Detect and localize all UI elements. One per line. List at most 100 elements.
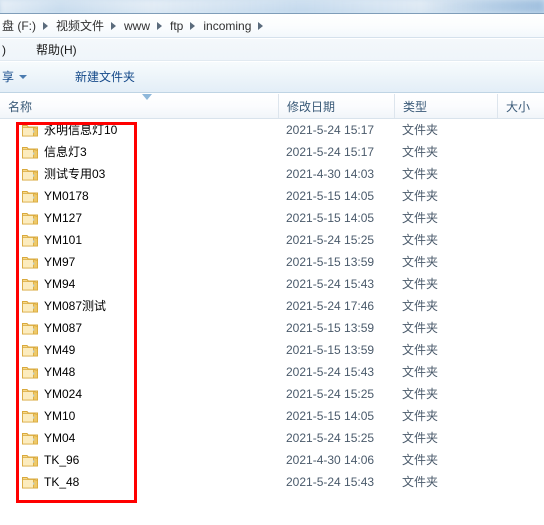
breadcrumb-item-4[interactable]: incoming: [200, 16, 254, 36]
file-date-modified-cell: 2021-5-24 15:17: [286, 145, 375, 159]
file-type-cell: 文件夹: [402, 453, 439, 467]
table-row[interactable]: YM0178 2021-5-15 14:05 文件夹: [0, 185, 544, 207]
table-row[interactable]: YM94 2021-5-24 15:43 文件夹: [0, 273, 544, 295]
window-title-bar: [0, 0, 544, 14]
file-date-modified-cell: 2021-5-24 15:43: [286, 365, 375, 379]
column-header-size[interactable]: 大小: [497, 94, 544, 118]
table-row[interactable]: YM087 2021-5-15 13:59 文件夹: [0, 317, 544, 339]
menu-item-1[interactable]: 帮助(H): [28, 40, 85, 60]
file-date-modified-cell: 2021-5-24 15:17: [286, 123, 375, 137]
file-name-label: YM0178: [44, 189, 89, 203]
file-type-cell: 文件夹: [402, 145, 439, 159]
breadcrumb-item-0[interactable]: 盘 (F:): [2, 16, 39, 36]
file-name-cell[interactable]: 测试专用03: [22, 163, 105, 185]
breadcrumb-separator-icon[interactable]: [186, 21, 200, 30]
file-type-cell: 文件夹: [402, 211, 439, 225]
file-name-label: YM087测试: [44, 299, 107, 313]
file-name-label: YM101: [44, 233, 83, 247]
table-row[interactable]: YM04 2021-5-24 15:25 文件夹: [0, 427, 544, 449]
file-name-cell[interactable]: YM087: [22, 317, 82, 339]
file-name-cell[interactable]: 信息灯3: [22, 141, 87, 163]
table-row[interactable]: 信息灯3 2021-5-24 15:17 文件夹: [0, 141, 544, 163]
menu-bar[interactable]: ) 帮助(H): [0, 39, 544, 61]
breadcrumb-separator-icon[interactable]: [39, 21, 53, 30]
file-date-modified-cell: 2021-5-15 13:59: [286, 255, 375, 269]
column-header-name[interactable]: 名称: [0, 94, 278, 118]
file-name-cell[interactable]: YM49: [22, 339, 75, 361]
column-header-date-modified-label: 修改日期: [287, 99, 336, 114]
file-name-label: 测试专用03: [44, 167, 106, 181]
file-date-modified-cell: 2021-5-15 14:05: [286, 189, 375, 203]
file-type-cell: 文件夹: [402, 343, 439, 357]
breadcrumb-item-1[interactable]: 视频文件: [53, 16, 107, 36]
breadcrumb-separator-icon[interactable]: [254, 21, 268, 30]
file-name-cell[interactable]: YM94: [22, 273, 75, 295]
folder-icon: [22, 299, 38, 313]
table-row[interactable]: YM49 2021-5-15 13:59 文件夹: [0, 339, 544, 361]
file-name-cell[interactable]: 永明信息灯10: [22, 119, 117, 141]
file-date-modified-cell: 2021-4-30 14:06: [286, 453, 375, 467]
file-name-cell[interactable]: YM0178: [22, 185, 89, 207]
table-row[interactable]: YM024 2021-5-24 15:25 文件夹: [0, 383, 544, 405]
file-name-cell[interactable]: YM10: [22, 405, 75, 427]
table-row[interactable]: YM10 2021-5-15 14:05 文件夹: [0, 405, 544, 427]
menu-bar-items[interactable]: ) 帮助(H): [0, 40, 85, 60]
folder-icon: [22, 255, 38, 269]
breadcrumb-item-3[interactable]: ftp: [167, 16, 186, 36]
breadcrumb-separator-icon[interactable]: [107, 21, 121, 30]
breadcrumb-separator-icon[interactable]: [153, 21, 167, 30]
command-toolbar[interactable]: 享 新建文件夹: [0, 62, 544, 93]
file-name-cell[interactable]: YM48: [22, 361, 75, 383]
file-type-cell: 文件夹: [402, 321, 439, 335]
folder-icon: [22, 167, 38, 181]
table-row[interactable]: TK_96 2021-4-30 14:06 文件夹: [0, 449, 544, 471]
address-bar[interactable]: 盘 (F:) 视频文件 www ftp incoming: [0, 14, 544, 38]
breadcrumb[interactable]: 盘 (F:) 视频文件 www ftp incoming: [0, 16, 268, 36]
folder-icon: [22, 145, 38, 159]
column-header-type[interactable]: 类型: [394, 94, 497, 118]
file-name-label: TK_48: [44, 475, 80, 489]
file-date-modified-cell: 2021-5-24 15:43: [286, 277, 375, 291]
file-list-rows: 永明信息灯10 2021-5-24 15:17 文件夹 信息灯3 2021-5-24 1…: [0, 119, 544, 493]
table-row[interactable]: YM087测试 2021-5-24 17:46 文件夹: [0, 295, 544, 317]
file-name-cell[interactable]: YM101: [22, 229, 82, 251]
new-folder-button[interactable]: 新建文件夹: [67, 66, 143, 88]
table-row[interactable]: YM48 2021-5-24 15:43 文件夹: [0, 361, 544, 383]
folder-icon: [22, 387, 38, 401]
table-row[interactable]: YM97 2021-5-15 13:59 文件夹: [0, 251, 544, 273]
file-date-modified-cell: 2021-5-15 13:59: [286, 321, 375, 335]
file-name-cell[interactable]: YM04: [22, 427, 75, 449]
file-name-cell[interactable]: YM087测试: [22, 295, 106, 317]
file-date-modified-cell: 2021-5-24 15:25: [286, 431, 375, 445]
chevron-down-icon: [19, 75, 28, 79]
table-row[interactable]: 测试专用03 2021-4-30 14:03 文件夹: [0, 163, 544, 185]
file-name-cell[interactable]: TK_48: [22, 471, 79, 493]
file-type-cell: 文件夹: [402, 475, 439, 489]
folder-icon: [22, 343, 38, 357]
menu-item-0[interactable]: ): [2, 40, 14, 60]
column-header-row: 名称 修改日期 类型 大小: [0, 94, 544, 119]
file-name-cell[interactable]: YM97: [22, 251, 75, 273]
table-row[interactable]: YM101 2021-5-24 15:25 文件夹: [0, 229, 544, 251]
file-type-cell: 文件夹: [402, 233, 439, 247]
file-name-label: YM48: [44, 365, 76, 379]
folder-icon: [22, 211, 38, 225]
column-header-date-modified[interactable]: 修改日期: [278, 94, 394, 118]
file-name-label: YM087: [44, 321, 83, 335]
file-type-cell: 文件夹: [402, 299, 439, 313]
file-date-modified-cell: 2021-5-24 15:25: [286, 233, 375, 247]
file-name-label: YM04: [44, 431, 76, 445]
file-type-cell: 文件夹: [402, 167, 439, 181]
table-row[interactable]: 永明信息灯10 2021-5-24 15:17 文件夹: [0, 119, 544, 141]
file-name-cell[interactable]: TK_96: [22, 449, 79, 471]
table-row[interactable]: TK_48 2021-5-24 15:43 文件夹: [0, 471, 544, 493]
file-name-label: YM94: [44, 277, 76, 291]
table-row[interactable]: YM127 2021-5-15 14:05 文件夹: [0, 207, 544, 229]
share-button[interactable]: 享: [2, 66, 35, 88]
file-name-cell[interactable]: YM127: [22, 207, 82, 229]
file-list[interactable]: 永明信息灯10 2021-5-24 15:17 文件夹 信息灯3 2021-5-24 1…: [0, 119, 544, 525]
file-name-cell[interactable]: YM024: [22, 383, 82, 405]
breadcrumb-item-2[interactable]: www: [121, 16, 153, 36]
share-button-label: 享: [2, 70, 15, 84]
file-type-cell: 文件夹: [402, 123, 439, 137]
